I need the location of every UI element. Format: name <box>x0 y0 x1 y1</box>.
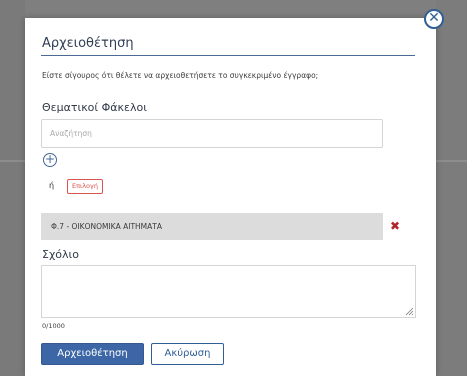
resize-grip-icon[interactable] <box>405 307 414 316</box>
title-divider <box>41 55 415 56</box>
select-button[interactable]: Επιλογή <box>67 179 103 194</box>
folder-search-input[interactable] <box>41 119 383 148</box>
archive-button[interactable]: Αρχειοθέτηση <box>41 343 144 365</box>
confirmation-question: Είστε σίγουρος ότι θέλετε να αρχειοθετήσ… <box>42 71 319 80</box>
remove-x-icon[interactable]: ✖ <box>390 220 400 232</box>
cancel-button[interactable]: Ακύρωση <box>151 343 224 365</box>
close-icon: ✕ <box>428 10 440 26</box>
selected-folder-label: Φ.7 - ΟΙΚΟΝΟΜΙΚΑ ΑΙΤΗΜΑΤΑ <box>51 222 162 231</box>
backdrop-right <box>436 0 467 376</box>
dialog-title: Αρχειοθέτηση <box>42 36 134 51</box>
close-button[interactable]: ✕ <box>424 9 444 29</box>
backdrop-right-band <box>436 160 467 162</box>
selected-folder-row: Φ.7 - ΟΙΚΟΝΟΜΙΚΑ ΑΙΤΗΜΑΤΑ <box>41 213 383 240</box>
backdrop-band <box>0 160 25 162</box>
comment-textarea[interactable] <box>41 265 416 318</box>
backdrop-left <box>0 0 25 376</box>
archive-dialog: Αρχειοθέτηση Είστε σίγουρος ότι θέλετε ν… <box>25 18 436 376</box>
character-counter: 0/1000 <box>42 322 65 330</box>
thematic-folders-label: Θεματικοί Φάκελοι <box>42 101 147 114</box>
or-text: ή <box>49 181 55 190</box>
add-folder-button[interactable]: + <box>43 153 57 167</box>
comment-label: Σχόλιο <box>42 248 79 261</box>
plus-circle-icon: + <box>44 152 56 166</box>
